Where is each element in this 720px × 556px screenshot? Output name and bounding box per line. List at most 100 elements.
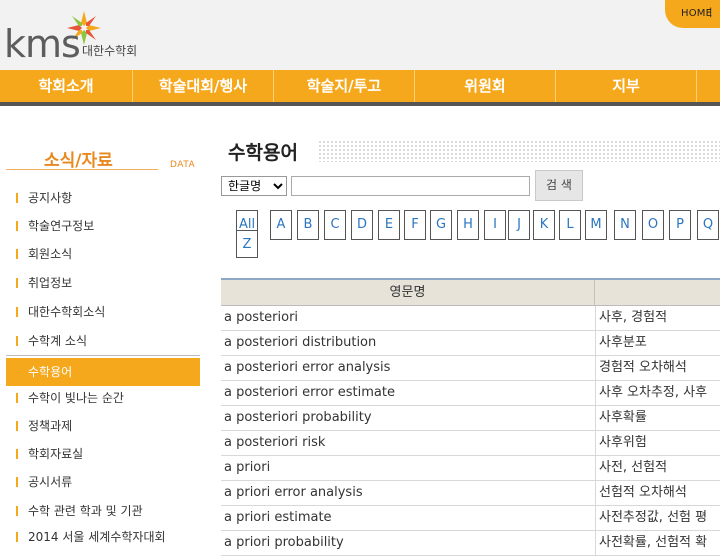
sidebar-title-divider xyxy=(6,169,158,170)
term-english[interactable]: a posteriori probability xyxy=(224,406,372,430)
letter-filter-o[interactable]: O xyxy=(642,210,664,240)
sidebar-item-label: 취업정보 xyxy=(28,276,73,290)
sidebar-item-kms-news[interactable]: 대한수학회소식 xyxy=(6,298,200,326)
term-korean: 사전추정값, 선험 평 xyxy=(599,510,708,525)
table-row[interactable]: a posteriori risk 사후위험 xyxy=(221,431,720,456)
sidebar-item-icm-2014[interactable]: 2014 서울 세계수학자대회 xyxy=(6,523,200,551)
term-korean: 사후위험 xyxy=(599,435,647,450)
sidebar-item-departments[interactable]: 수학 관련 학과 및 기관 xyxy=(6,497,200,525)
sidebar-item-label: 공시서류 xyxy=(28,475,73,489)
letter-filter-g[interactable]: G xyxy=(430,210,452,240)
letter-filter-c[interactable]: C xyxy=(324,210,346,240)
term-korean: 사후확률 xyxy=(599,410,647,425)
column-divider xyxy=(595,381,596,406)
nav-item-branches[interactable]: 지부 xyxy=(556,70,697,102)
term-english[interactable]: a posteriori error estimate xyxy=(224,381,395,405)
page-title: 수학용어 xyxy=(228,142,298,164)
main-nav: 학회소개 학술대회/행사 학술지/투고 위원회 지부 xyxy=(0,70,720,102)
title-dot-pattern xyxy=(318,140,720,162)
search-input[interactable] xyxy=(291,176,530,196)
table-row[interactable]: a posteriori distribution 사후분포 xyxy=(221,331,720,356)
sidebar-title: 소식/자료 xyxy=(44,151,113,171)
term-english[interactable]: a posteriori distribution xyxy=(224,331,376,355)
bullet-bar-icon xyxy=(16,477,18,487)
site-logo[interactable]: kms 대한수학회 xyxy=(4,10,144,66)
term-english[interactable]: a priori xyxy=(224,456,270,480)
bullet-bar-icon xyxy=(16,336,18,346)
nav-item-label: 지부 xyxy=(612,77,640,95)
table-row[interactable]: a priori probability 사전확률, 선험적 확 xyxy=(221,531,720,556)
sidebar-item-label: 수학이 빛나는 순간 xyxy=(28,391,124,405)
letter-filter-q[interactable]: Q xyxy=(697,210,719,240)
column-divider xyxy=(595,356,596,381)
sidebar-item-archive[interactable]: 학회자료실 xyxy=(6,440,200,468)
sidebar-title-en: DATA xyxy=(170,160,196,170)
table-row[interactable]: a posteriori error analysis 경험적 오차해석 xyxy=(221,356,720,381)
letter-filter-h[interactable]: H xyxy=(457,210,479,240)
term-english[interactable]: a priori estimate xyxy=(224,506,332,530)
term-english[interactable]: a priori probability xyxy=(224,531,344,555)
term-english[interactable]: a posteriori risk xyxy=(224,431,325,455)
bullet-bar-icon xyxy=(16,249,18,259)
bullet-bar-icon xyxy=(16,193,18,203)
column-divider xyxy=(595,406,596,431)
search-field-select[interactable]: 한글명 xyxy=(221,176,287,196)
letter-filter-n[interactable]: N xyxy=(614,210,636,240)
table-row[interactable]: a priori error analysis 선험적 오차해석 xyxy=(221,481,720,506)
logo-subtitle: 대한수학회 xyxy=(82,44,138,58)
sidebar-item-jobs[interactable]: 취업정보 xyxy=(6,269,200,297)
letter-filter-l[interactable]: L xyxy=(559,210,581,240)
sidebar-item-notices[interactable]: 공지사항 xyxy=(6,184,200,212)
sidebar-item-disclosures[interactable]: 공시서류 xyxy=(6,468,200,496)
sidebar-item-label: 정책과제 xyxy=(28,419,73,433)
nav-item-committees[interactable]: 위원회 xyxy=(415,70,556,102)
sidebar-item-math-terms[interactable]: 수학용어 xyxy=(6,358,200,386)
search-button[interactable]: 검 색 xyxy=(535,170,583,201)
column-divider xyxy=(595,506,596,531)
home-link[interactable]: HOME xyxy=(681,8,712,19)
term-korean: 사후 오차추정, 사후 xyxy=(599,385,708,400)
sidebar-item-label: 공지사항 xyxy=(28,191,73,205)
table-row[interactable]: a priori estimate 사전추정값, 선험 평 xyxy=(221,506,720,531)
table-row[interactable]: a posteriori 사후, 경험적 xyxy=(221,306,720,331)
bullet-bar-icon xyxy=(16,421,18,431)
sidebar-item-label: 수학 관련 학과 및 기관 xyxy=(28,504,143,518)
letter-filter-m[interactable]: M xyxy=(585,210,607,240)
letter-filter-b[interactable]: B xyxy=(297,210,319,240)
column-divider xyxy=(595,531,596,556)
column-header-english: 영문명 xyxy=(221,280,595,306)
column-divider xyxy=(595,456,596,481)
letter-filter-e[interactable]: E xyxy=(378,210,400,240)
letter-filter-d[interactable]: D xyxy=(351,210,373,240)
table-row[interactable]: a priori 사전, 선험적 xyxy=(221,456,720,481)
nav-item-about[interactable]: 학회소개 xyxy=(0,70,133,102)
sidebar-item-math-news[interactable]: 수학계 소식 xyxy=(6,327,200,355)
nav-item-label: 학회소개 xyxy=(38,77,94,95)
sidebar-item-policy[interactable]: 정책과제 xyxy=(6,412,200,440)
sidebar-item-label: 학회자료실 xyxy=(28,447,84,461)
letter-filter-z[interactable]: Z xyxy=(236,230,258,258)
letter-filter-a[interactable]: A xyxy=(270,210,292,240)
nav-item-conferences[interactable]: 학술대회/행사 xyxy=(133,70,274,102)
sidebar-item-member-news[interactable]: 회원소식 xyxy=(6,240,200,268)
term-english[interactable]: a priori error analysis xyxy=(224,481,363,505)
term-english[interactable]: a posteriori error analysis xyxy=(224,356,390,380)
letter-filter-f[interactable]: F xyxy=(404,210,426,240)
letter-filter-k[interactable]: K xyxy=(533,210,555,240)
sidebar-item-research-info[interactable]: 학술연구정보 xyxy=(6,212,200,240)
sidebar-item-label: 수학용어 xyxy=(28,365,73,379)
letter-filter-i[interactable]: I xyxy=(484,210,506,240)
table-row[interactable]: a posteriori error estimate 사후 오차추정, 사후 xyxy=(221,381,720,406)
nav-item-label: 위원회 xyxy=(464,77,506,95)
letter-filter-p[interactable]: P xyxy=(669,210,691,240)
letter-filter-j[interactable]: J xyxy=(508,210,530,240)
nav-item-journals[interactable]: 학술지/투고 xyxy=(274,70,415,102)
term-english[interactable]: a posteriori xyxy=(224,306,298,330)
bullet-bar-icon xyxy=(16,307,18,317)
logo-wordmark: kms xyxy=(4,22,81,66)
sidebar: 소식/자료 DATA 공지사항 학술연구정보 회원소식 취업정보 대한수학회소식… xyxy=(0,106,210,550)
sidebar-item-shining-moments[interactable]: 수학이 빛나는 순간 xyxy=(6,384,200,412)
table-row[interactable]: a posteriori probability 사후확률 xyxy=(221,406,720,431)
bullet-bar-icon xyxy=(16,278,18,288)
nav-item-label: 학술대회/행사 xyxy=(158,77,248,95)
